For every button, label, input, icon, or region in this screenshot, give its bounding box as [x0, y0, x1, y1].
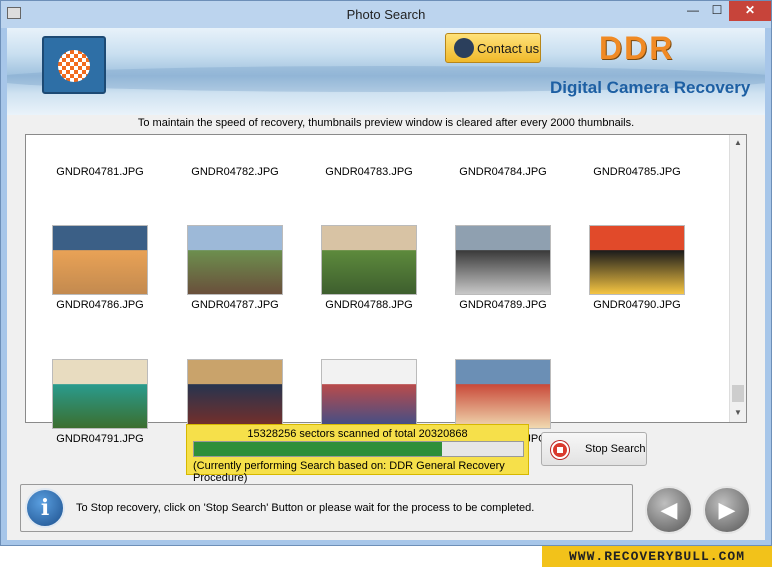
thumbnail-image — [187, 359, 283, 429]
close-button[interactable]: ✕ — [729, 1, 771, 21]
thumbnail-filename: GNDR04785.JPG — [593, 166, 681, 178]
thumbnail-image — [321, 359, 417, 429]
thumbnail-filename: GNDR04781.JPG — [56, 166, 144, 178]
thumbnail-filename: GNDR04786.JPG — [56, 299, 144, 311]
thumbnail-image — [321, 225, 417, 295]
info-icon: i — [25, 488, 65, 528]
thumbnail-image — [455, 359, 551, 429]
contact-us-button[interactable]: Contact us — [445, 33, 541, 63]
thumbnail-filename: GNDR04791.JPG — [56, 433, 144, 445]
stop-icon — [551, 441, 569, 459]
stop-search-label: Stop Search — [585, 443, 646, 455]
thumbnail-filename: GNDR04790.JPG — [593, 299, 681, 311]
progress-bar-fill — [194, 442, 443, 456]
person-icon — [454, 38, 474, 58]
thumbnail-grid: GNDR04781.JPG GNDR04782.JPG GNDR04783.JPG G… — [26, 135, 730, 445]
thumbnail-filename: GNDR04789.JPG — [459, 299, 547, 311]
thumbnail-filename: GNDR04787.JPG — [191, 299, 279, 311]
scroll-down-arrow-icon[interactable]: ▼ — [730, 405, 746, 421]
app-logo — [42, 36, 106, 94]
window-title: Photo Search — [346, 7, 426, 22]
stop-search-button[interactable]: Stop Search — [541, 432, 647, 466]
thumbnail-filename: GNDR04782.JPG — [191, 166, 279, 178]
website-footer: WWW.RECOVERYBULL.COM — [542, 546, 772, 567]
progress-panel: 15328256 sectors scanned of total 203208… — [186, 424, 529, 484]
progress-bar — [193, 441, 524, 457]
client-area: Contact us DDR Digital Camera Recovery T… — [7, 28, 765, 540]
contact-us-label: Contact us — [477, 41, 540, 56]
thumbnail-panel: GNDR04781.JPG GNDR04782.JPG GNDR04783.JPG G… — [25, 134, 747, 445]
title-bar: Photo Search — ☐ ✕ — [1, 1, 771, 28]
minimize-button[interactable]: — — [681, 1, 705, 21]
thumbnail-filename: GNDR04788.JPG — [325, 299, 413, 311]
maximize-button[interactable]: ☐ — [705, 1, 729, 21]
status-message-bar: i To Stop recovery, click on 'Stop Searc… — [20, 484, 633, 532]
logo-emblem-icon — [58, 50, 90, 82]
product-subtitle: Digital Camera Recovery — [550, 78, 751, 97]
scroll-up-arrow-icon[interactable]: ▲ — [730, 135, 746, 151]
thumbnail-filename: GNDR04784.JPG — [459, 166, 547, 178]
thumbnail-image — [52, 359, 148, 429]
back-button[interactable]: ◀ — [645, 486, 693, 534]
header-banner: Contact us DDR Digital Camera Recovery — [7, 28, 765, 115]
thumbnail-filename: GNDR04783.JPG — [325, 166, 413, 178]
scrollbar-thumb[interactable] — [732, 385, 744, 402]
next-button[interactable]: ▶ — [703, 486, 751, 534]
photo-search-window: Photo Search — ☐ ✕ Contact us DDR Digita… — [0, 0, 772, 546]
brand-logo-text: DDR — [599, 30, 675, 66]
search-method-note: (Currently performing Search based on: D… — [193, 460, 505, 484]
status-message: To Stop recovery, click on 'Stop Search'… — [76, 502, 535, 514]
progress-status-text: 15328256 sectors scanned of total 203208… — [247, 428, 468, 440]
thumbnail-image — [52, 225, 148, 295]
thumbnail-notice: To maintain the speed of recovery, thumb… — [137, 117, 635, 129]
thumbnail-image — [455, 225, 551, 295]
thumbnail-image — [589, 225, 685, 295]
thumbnail-image — [187, 225, 283, 295]
vertical-scrollbar[interactable]: ▲ ▼ — [729, 135, 746, 422]
